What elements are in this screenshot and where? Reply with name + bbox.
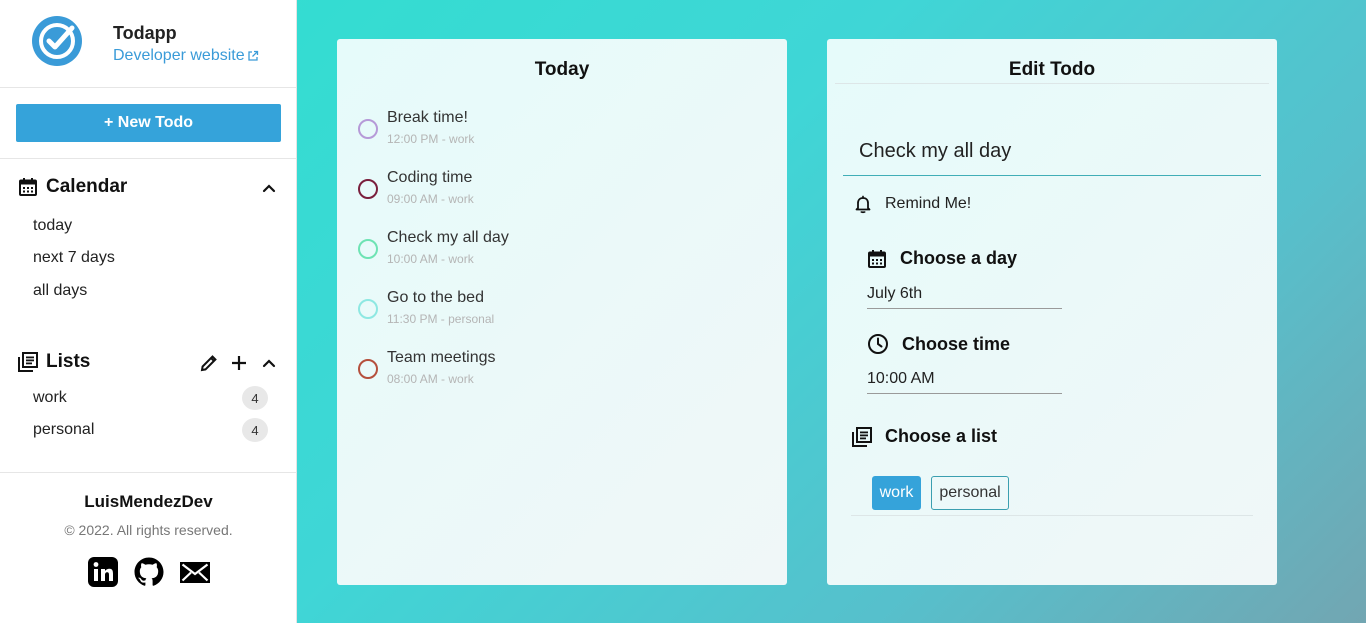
mail-icon[interactable]: [179, 556, 211, 588]
nav-item-all-days[interactable]: all days: [33, 282, 87, 300]
developer-website-link[interactable]: Developer website: [113, 47, 259, 65]
choose-time-header: Choose time: [867, 333, 1010, 355]
edit-todo-panel: Edit Todo Remind Me! Choose a day July 6…: [827, 39, 1277, 585]
choose-time-label: Choose time: [902, 333, 1011, 354]
todo-meta: 12:00 PM - work: [387, 132, 475, 146]
todo-checkbox-circle[interactable]: [358, 359, 378, 379]
todo-text: Team meetings 08:00 AM - work: [387, 349, 496, 386]
social-links: [87, 556, 211, 588]
sidebar: Todapp Developer website + New Todo Cale…: [0, 0, 297, 623]
todo-item[interactable]: Team meetings 08:00 AM - work: [358, 349, 496, 386]
remind-me-label: Remind Me!: [885, 195, 972, 212]
developer-website-label: Developer website: [113, 47, 245, 64]
list-chip-personal[interactable]: personal: [931, 476, 1009, 510]
lists-chevron-up-icon[interactable]: [261, 355, 277, 371]
library-books-icon: [18, 352, 38, 372]
linkedin-icon[interactable]: [87, 556, 119, 588]
todo-meta: 09:00 AM - work: [387, 192, 474, 206]
add-list-plus-icon[interactable]: [229, 353, 249, 373]
lists-title: Lists: [46, 351, 91, 372]
todo-item[interactable]: Break time! 12:00 PM - work: [358, 109, 474, 146]
todo-meta: 08:00 AM - work: [387, 372, 474, 386]
todo-title: Coding time: [387, 169, 473, 186]
todo-text: Check my all day 10:00 AM - work: [387, 229, 509, 266]
today-title: Today: [534, 59, 590, 80]
count-badge: 4: [242, 386, 268, 410]
sidebar-footer: LuisMendezDev © 2022. All rights reserve…: [0, 472, 297, 623]
todo-title: Break time!: [387, 109, 468, 126]
nav-item-today[interactable]: today: [33, 217, 72, 235]
list-item-label: work: [33, 389, 67, 406]
external-link-icon: [247, 50, 258, 61]
todo-checkbox-circle[interactable]: [358, 179, 378, 199]
bell-icon: [855, 195, 871, 214]
divider: [851, 515, 1253, 516]
github-icon[interactable]: [133, 556, 165, 588]
new-todo-section: + New Todo: [0, 88, 296, 159]
todo-checkbox-circle[interactable]: [358, 239, 378, 259]
calendar-icon: [868, 249, 886, 268]
todo-title: Check my all day: [387, 229, 509, 246]
todo-title: Team meetings: [387, 349, 496, 366]
todo-checkbox-circle[interactable]: [358, 119, 378, 139]
day-picker-field[interactable]: July 6th: [867, 281, 1062, 309]
new-todo-button[interactable]: + New Todo: [16, 104, 281, 142]
check-logo-icon: [32, 16, 82, 66]
author-name: LuisMendezDev: [84, 492, 213, 511]
todo-text: Coding time 09:00 AM - work: [387, 169, 474, 206]
list-item-work[interactable]: work 4: [33, 386, 268, 410]
calendar-title: Calendar: [46, 176, 128, 197]
todo-text: Go to the bed 11:30 PM - personal: [387, 289, 494, 326]
todo-item[interactable]: Go to the bed 11:30 PM - personal: [358, 289, 494, 326]
count-badge: 4: [242, 418, 268, 442]
time-picker-field[interactable]: 10:00 AM: [867, 366, 1062, 394]
todo-meta: 11:30 PM - personal: [387, 312, 495, 326]
edit-todo-title: Edit Todo: [1008, 59, 1096, 80]
remind-me-toggle[interactable]: Remind Me!: [853, 194, 971, 214]
app-name: Todapp: [113, 23, 177, 43]
brand-header: Todapp Developer website: [0, 0, 296, 88]
todo-title: Go to the bed: [387, 289, 484, 306]
todo-meta: 10:00 AM - work: [387, 252, 474, 266]
copyright-text: © 2022. All rights reserved.: [64, 522, 233, 538]
choose-day-header: Choose a day: [867, 248, 1017, 269]
list-chip-work[interactable]: work: [872, 476, 921, 510]
today-panel: Today Break time! 12:00 PM - work Coding t…: [337, 39, 787, 585]
calendar-icon: [19, 178, 37, 196]
todo-item[interactable]: Check my all day 10:00 AM - work: [358, 229, 509, 266]
todo-title-field: [843, 121, 1261, 176]
todo-text: Break time! 12:00 PM - work: [387, 109, 474, 146]
library-books-icon: [852, 426, 872, 447]
nav-item-next-7-days[interactable]: next 7 days: [33, 249, 115, 267]
calendar-chevron-up-icon[interactable]: [261, 180, 277, 196]
choose-list-label: Choose a list: [885, 426, 998, 446]
todo-title-input[interactable]: [843, 121, 1261, 175]
calendar-section-header[interactable]: Calendar: [18, 176, 127, 198]
clock-icon: [868, 334, 888, 354]
list-item-personal[interactable]: personal 4: [33, 418, 268, 442]
list-item-label: personal: [33, 421, 95, 438]
edit-lists-pencil-icon[interactable]: [199, 353, 219, 373]
choose-day-label: Choose a day: [900, 248, 1018, 268]
choose-list-header: Choose a list: [852, 426, 997, 447]
todo-item[interactable]: Coding time 09:00 AM - work: [358, 169, 474, 206]
divider: [835, 83, 1269, 84]
todo-checkbox-circle[interactable]: [358, 299, 378, 319]
lists-section-header[interactable]: Lists: [18, 351, 90, 373]
